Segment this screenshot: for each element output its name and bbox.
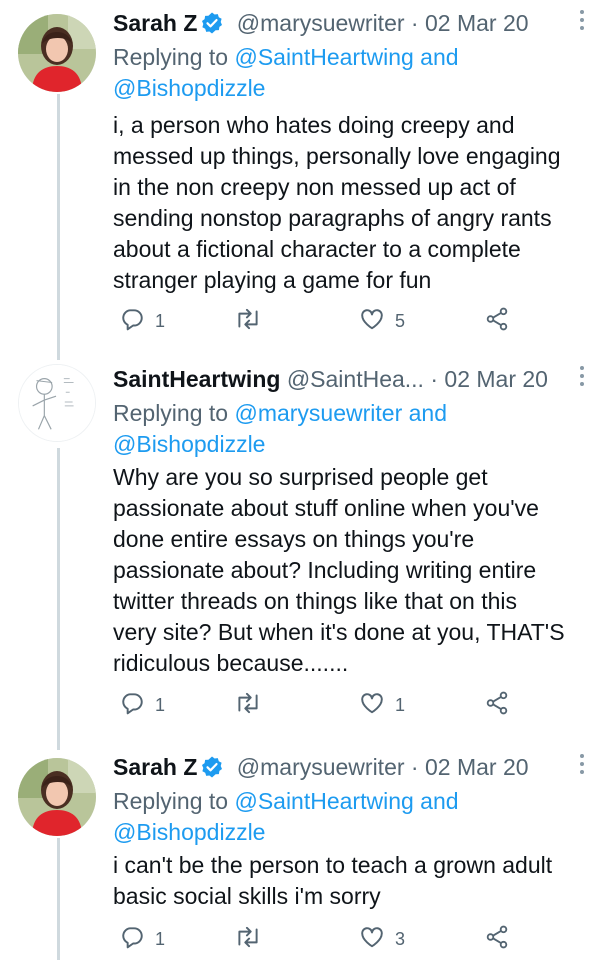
tweet-text-line: basic social skills i'm sorry [113, 883, 381, 909]
replying-target-2[interactable]: @Bishopdizzle [113, 819, 265, 845]
tweet-header: Sarah Z @marysuewriter · 02 Mar 20 [113, 750, 569, 784]
user-handle[interactable]: @SaintHea... [287, 366, 424, 392]
tweet-actions: 1 5 [113, 304, 593, 338]
user-handle[interactable]: @marysuewriter [237, 754, 405, 780]
retweet-icon [234, 924, 262, 955]
tweet-date[interactable]: 02 Mar 20 [444, 366, 548, 392]
retweet-icon [234, 306, 262, 337]
reply-icon [119, 690, 145, 721]
tweet-header: Sarah Z @marysuewriter · 02 Mar 20 [113, 6, 569, 40]
replying-target-2[interactable]: @Bishopdizzle [113, 75, 265, 101]
reply-button[interactable]: 1 [119, 688, 165, 722]
replying-targets[interactable]: @SaintHeartwing and [234, 788, 458, 814]
separator-dot: · [430, 366, 439, 392]
tweet-text-line: in the non creepy non messed up act of [113, 174, 516, 200]
tweet-text: Why are you so surprised people get pass… [113, 462, 589, 679]
reply-button[interactable]: 1 [119, 922, 165, 956]
tweet-text-line: i can't be the person to teach a grown a… [113, 852, 553, 878]
share-button[interactable] [483, 922, 511, 956]
tweet-text-line: about a fictional character to a complet… [113, 236, 521, 262]
reply-count: 1 [155, 694, 166, 715]
more-options-icon[interactable] [577, 754, 587, 782]
display-name[interactable]: Sarah Z [113, 754, 197, 780]
tweet-date[interactable]: 02 Mar 20 [425, 10, 529, 36]
replying-to: Replying to @marysuewriter and @Bishopdi… [113, 398, 589, 460]
avatar-photo [18, 14, 96, 92]
tweet-text-line: i, a person who hates doing creepy and [113, 112, 515, 138]
replying-to: Replying to @SaintHeartwing and @Bishopd… [113, 42, 589, 104]
like-button[interactable]: 5 [359, 304, 405, 338]
display-name[interactable]: SaintHeartwing [113, 366, 280, 392]
tweet-header: SaintHeartwing @SaintHea... · 02 Mar 20 [113, 362, 569, 396]
retweet-button[interactable] [234, 304, 272, 338]
tweet-text-line: sending nonstop paragraphs of angry rant… [113, 205, 552, 231]
more-options-icon[interactable] [577, 366, 587, 394]
tweet[interactable]: Sarah Z @marysuewriter · 02 Mar 20 Reply… [0, 750, 609, 960]
share-icon [483, 690, 511, 721]
tweet-text-line: done entire essays on things you're [113, 526, 475, 552]
heart-icon [359, 924, 385, 955]
like-count: 1 [395, 694, 406, 715]
like-count: 3 [395, 928, 406, 949]
reply-count: 1 [155, 310, 166, 331]
like-button[interactable]: 3 [359, 922, 405, 956]
avatar-sarah-z[interactable] [18, 758, 96, 836]
tweet-actions: 1 3 [113, 922, 593, 956]
share-button[interactable] [483, 304, 511, 338]
tweet[interactable]: SaintHeartwing @SaintHea... · 02 Mar 20 … [0, 362, 609, 732]
tweet-actions: 1 1 [113, 688, 593, 722]
replying-targets[interactable]: @marysuewriter and [234, 400, 447, 426]
user-handle[interactable]: @marysuewriter [237, 10, 405, 36]
replying-prefix: Replying to [113, 400, 229, 426]
like-button[interactable]: 1 [359, 688, 405, 722]
tweet-text: i can't be the person to teach a grown a… [113, 850, 589, 912]
share-button[interactable] [483, 688, 511, 722]
like-count: 5 [395, 310, 406, 331]
avatar-sketch [19, 365, 95, 441]
separator-dot: · [410, 754, 419, 780]
reply-button[interactable]: 1 [119, 304, 165, 338]
reply-count: 1 [155, 928, 166, 949]
avatar-saintheartwing[interactable] [18, 364, 96, 442]
reply-icon [119, 924, 145, 955]
retweet-button[interactable] [234, 688, 272, 722]
tweet[interactable]: Sarah Z @marysuewriter · 02 Mar 20 Reply… [0, 6, 609, 346]
replying-target-2[interactable]: @Bishopdizzle [113, 431, 265, 457]
verified-badge-icon [200, 10, 224, 44]
verified-badge-icon [200, 754, 224, 788]
avatar-photo [18, 758, 96, 836]
tweet-text-line: passionate about stuff online when you'v… [113, 495, 539, 521]
tweet-text-line: Why are you so surprised people get [113, 464, 488, 490]
tweet-text-line: stranger playing a game for fun [113, 267, 432, 293]
avatar-sarah-z[interactable] [18, 14, 96, 92]
tweet-text-line: ridiculous because....... [113, 650, 349, 676]
reply-icon [119, 306, 145, 337]
tweet-text-line: passionate about? Including writing enti… [113, 557, 537, 583]
tweet-text-line: very site? But when it's done at you, TH… [113, 619, 565, 645]
heart-icon [359, 306, 385, 337]
retweet-button[interactable] [234, 922, 272, 956]
replying-targets[interactable]: @SaintHeartwing and [234, 44, 458, 70]
replying-prefix: Replying to [113, 788, 229, 814]
share-icon [483, 306, 511, 337]
separator-dot: · [410, 10, 419, 36]
more-options-icon[interactable] [577, 10, 587, 38]
display-name[interactable]: Sarah Z [113, 10, 197, 36]
share-icon [483, 924, 511, 955]
replying-to: Replying to @SaintHeartwing and @Bishopd… [113, 786, 589, 848]
tweet-date[interactable]: 02 Mar 20 [425, 754, 529, 780]
tweet-text-line: twitter threads on things like that on t… [113, 588, 517, 614]
tweet-text: i, a person who hates doing creepy and m… [113, 110, 589, 296]
tweet-text-line: messed up things, personally love engagi… [113, 143, 561, 169]
retweet-icon [234, 690, 262, 721]
replying-prefix: Replying to [113, 44, 229, 70]
heart-icon [359, 690, 385, 721]
